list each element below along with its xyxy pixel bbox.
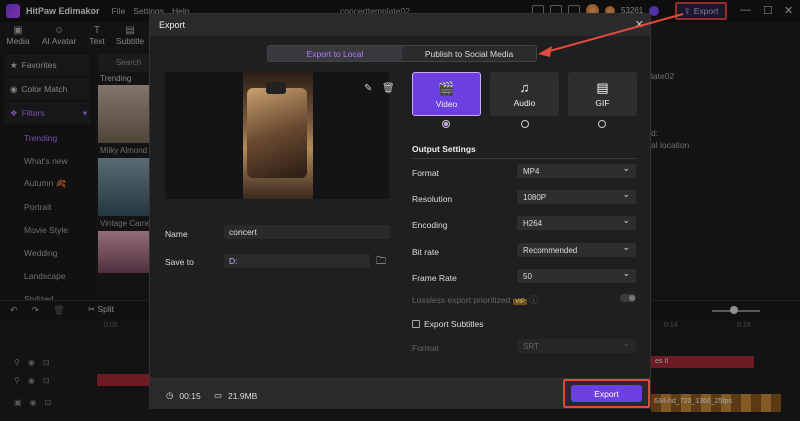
export-dialog: Export ✕ Export to Local Publish to Soci…: [149, 13, 651, 409]
preview-thumbnail: [247, 88, 307, 178]
tab-export-to-local[interactable]: Export to Local: [268, 46, 402, 61]
format-select[interactable]: MP4: [517, 163, 636, 178]
format-label: GIF: [595, 98, 610, 108]
close-icon[interactable]: ✕: [635, 18, 644, 31]
export-destination-tabs: Export to Local Publish to Social Media: [267, 45, 537, 62]
info-icon[interactable]: ⓘ: [529, 295, 538, 305]
lossless-toggle[interactable]: [620, 294, 636, 302]
gif-icon: ▤: [596, 80, 609, 95]
export-subtitles-checkbox[interactable]: [412, 320, 420, 328]
film-icon: 🎬: [438, 81, 455, 96]
edit-cover-icon[interactable]: ✎: [364, 83, 372, 94]
tab-publish-social[interactable]: Publish to Social Media: [402, 46, 536, 61]
format-card-gif[interactable]: ▤ GIF: [568, 72, 637, 116]
vip-badge: VIP: [513, 299, 527, 305]
preview-notch: [266, 82, 286, 94]
frame-rate-select[interactable]: 50: [517, 268, 636, 283]
subtitle-format-select[interactable]: SRT: [517, 338, 636, 353]
dialog-header: Export: [150, 14, 650, 36]
bit-rate-label: Bit rate: [412, 247, 439, 257]
encoding-label: Encoding: [412, 220, 448, 230]
name-input[interactable]: concert: [224, 225, 390, 239]
encoding-select[interactable]: H264: [517, 215, 636, 230]
save-path-input[interactable]: D:: [224, 254, 370, 268]
format-label: Format: [412, 168, 439, 178]
save-to-label: Save to: [165, 257, 194, 267]
file-size-info: ▭ 21.9MB: [214, 390, 258, 401]
bit-rate-select[interactable]: Recommended: [517, 242, 636, 257]
frame-rate-label: Frame Rate: [412, 273, 457, 283]
export-subtitles-label: Export Subtitles: [424, 319, 484, 329]
format-label: Video: [435, 99, 458, 109]
output-settings-title: Output Settings: [412, 144, 476, 154]
duration-info: ◷ 00:15: [166, 390, 201, 401]
format-card-video[interactable]: 🎬 Video: [412, 72, 481, 116]
name-label: Name: [165, 229, 188, 239]
divider: [412, 158, 637, 159]
lossless-export-label: Lossless export prioritized VIP ⓘ: [412, 295, 538, 305]
music-note-icon: ♫: [519, 80, 530, 95]
subtitle-format-label: Format: [412, 343, 439, 353]
video-preview: ✎ 🗑: [165, 72, 395, 199]
delete-cover-icon[interactable]: 🗑: [382, 83, 395, 94]
export-button-highlight: Export: [563, 379, 650, 408]
format-card-audio[interactable]: ♫ Audio: [490, 72, 559, 116]
format-label: Audio: [513, 98, 536, 108]
resolution-select[interactable]: 1080P: [517, 189, 636, 204]
export-button[interactable]: Export: [571, 385, 642, 402]
radio-gif[interactable]: [598, 120, 606, 128]
resolution-label: Resolution: [412, 194, 453, 204]
dialog-title: Export: [159, 20, 186, 30]
radio-video[interactable]: [442, 120, 450, 128]
app-window: HitPaw Edimakor File Settings Help conce…: [0, 0, 800, 421]
radio-audio[interactable]: [521, 120, 529, 128]
folder-icon[interactable]: 🗀: [376, 254, 386, 271]
clock-icon: ◷: [166, 390, 174, 400]
file-icon: ▭: [214, 390, 223, 400]
